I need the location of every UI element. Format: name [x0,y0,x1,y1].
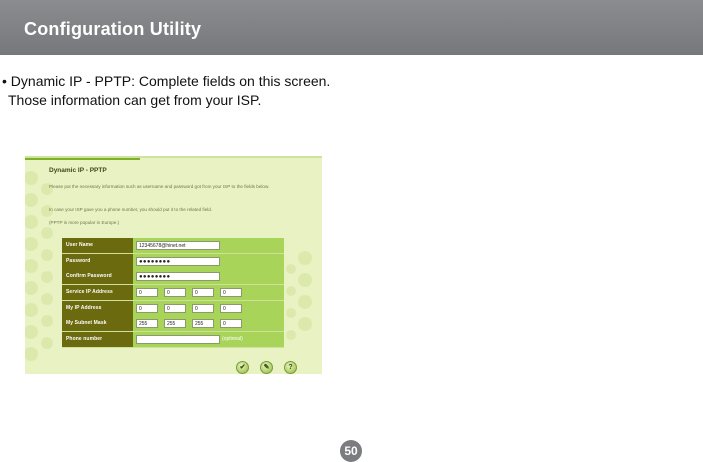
service-ip-octet-2[interactable]: 0 [164,288,186,298]
form-row-my-ip: My IP Address 0 0 0 0 [62,300,284,317]
my-ip-label: My IP Address [62,300,133,316]
pptp-form: User Name 12345678@hinet.net Password ●●… [62,238,284,348]
subnet-mask-octet-4[interactable]: 0 [220,319,242,329]
confirm-password-label: Confirm Password [62,269,133,285]
my-ip-octet-3[interactable]: 0 [192,303,214,313]
intro-text: • Dynamic IP - PPTP: Complete fields on … [2,72,330,110]
phone-number-input[interactable] [136,335,220,345]
subnet-mask-octet-3[interactable]: 255 [192,319,214,329]
subnet-mask-octet-1[interactable]: 255 [136,319,158,329]
help-button[interactable]: ? [284,361,297,374]
form-row-service-ip: Service IP Address 0 0 0 0 [62,285,284,301]
user-name-label: User Name [62,238,133,253]
form-row-confirm-password: Confirm Password ●●●●●●●● [62,269,284,286]
subnet-mask-octet-2[interactable]: 255 [164,319,186,329]
service-ip-label: Service IP Address [62,285,133,301]
my-ip-octet-2[interactable]: 0 [164,303,186,313]
my-ip-octet-4[interactable]: 0 [220,303,242,313]
subnet-mask-label: My Subnet Mask [62,316,133,332]
page-number-badge: 50 [340,440,362,462]
ok-button[interactable]: ✔ [236,361,249,374]
service-ip-octet-3[interactable]: 0 [192,288,214,298]
form-row-user-name: User Name 12345678@hinet.net [62,238,284,254]
my-ip-octet-1[interactable]: 0 [136,303,158,313]
form-row-subnet-mask: My Subnet Mask 255 255 255 0 [62,316,284,333]
screenshot-title: Dynamic IP - PPTP [49,167,107,174]
service-ip-octet-4[interactable]: 0 [220,288,242,298]
confirm-password-input[interactable]: ●●●●●●●● [136,272,220,282]
header-bar: Configuration Utility [0,0,703,55]
pptp-settings-screenshot: Dynamic IP - PPTP Please put the necessa… [25,156,322,374]
intro-line-1: • Dynamic IP - PPTP: Complete fields on … [2,73,331,89]
cancel-button[interactable]: ✎ [260,361,273,374]
instruction-paragraph-3: (PPTP is more popular in Europe.) [49,220,120,225]
form-row-phone-number: Phone number (optional) [62,332,284,348]
phone-number-label: Phone number [62,332,133,348]
password-label: Password [62,253,133,269]
intro-line-2: Those information can get from your ISP. [8,92,262,108]
form-row-password: Password ●●●●●●●● [62,253,284,270]
password-input[interactable]: ●●●●●●●● [136,256,220,266]
instruction-paragraph-1: Please put the necessary information suc… [49,184,270,189]
user-name-input[interactable]: 12345678@hinet.net [136,241,220,250]
action-buttons: ✔ ✎ ? [230,359,322,374]
page-title: Configuration Utility [24,19,202,39]
instruction-paragraph-2: In case your ISP gave you a phone number… [49,207,213,212]
service-ip-octet-1[interactable]: 0 [136,288,158,298]
optional-note: (optional) [222,336,243,343]
